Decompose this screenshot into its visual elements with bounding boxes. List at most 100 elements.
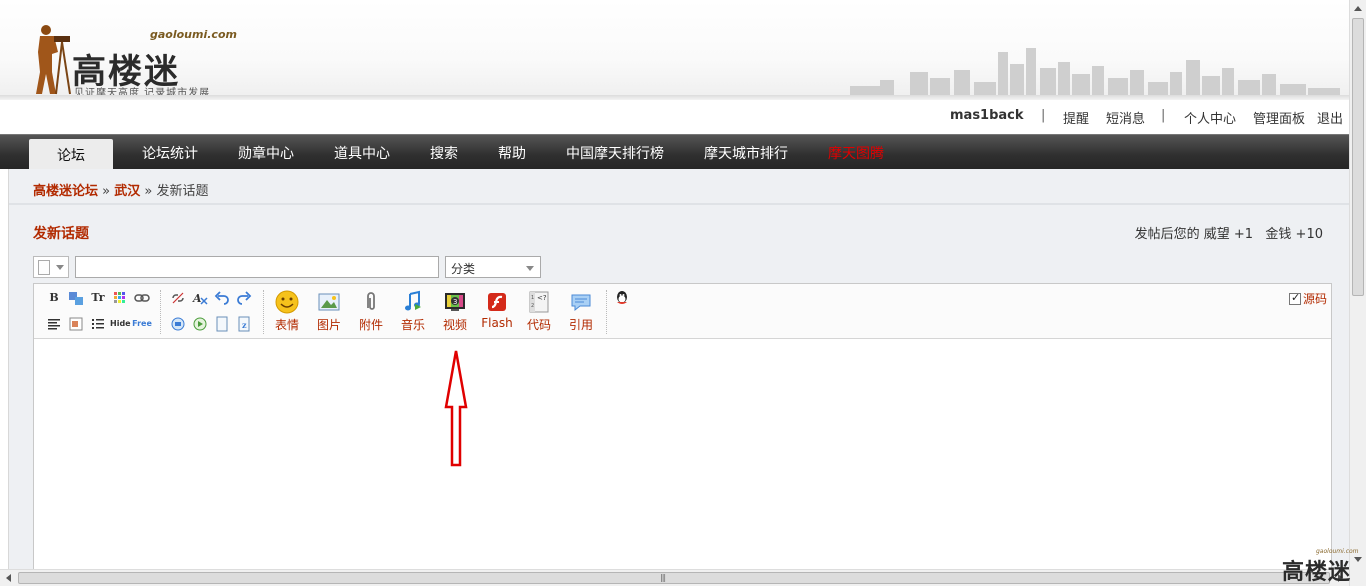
emoticon-button[interactable]: 表情 (267, 290, 307, 336)
vertical-scrollbar[interactable] (1349, 0, 1366, 586)
tab-props[interactable]: 道具中心 (334, 143, 390, 163)
admin-panel-link[interactable]: 管理面板 (1253, 108, 1305, 127)
skyline-decoration (850, 48, 1340, 98)
code-button[interactable]: 1 2 <? 代码 (519, 290, 559, 336)
breadcrumb-sep: » (102, 184, 111, 199)
remove-format-icon[interactable]: A (192, 290, 208, 306)
link-icon[interactable] (134, 290, 150, 306)
horizontal-scrollbar[interactable]: ||| (0, 569, 1349, 586)
play-icon[interactable] (192, 316, 208, 332)
breadcrumb-forum[interactable]: 武汉 (114, 184, 140, 199)
page-icon[interactable] (214, 316, 230, 332)
image-button[interactable]: 图片 (309, 290, 349, 336)
site-logo[interactable]: gaoloumi.com 高楼迷 见证摩天高度 记录城市发展 (26, 18, 237, 99)
toolbar-divider (263, 290, 264, 334)
video-label: 视频 (442, 318, 467, 332)
subject-input[interactable] (75, 256, 439, 278)
redo-icon[interactable] (236, 290, 252, 306)
text-color-icon[interactable] (68, 290, 84, 306)
music-icon (405, 290, 421, 311)
annotation-arrow-up-icon (444, 350, 468, 467)
category-select-value: 分类 (451, 262, 476, 276)
scroll-up-icon[interactable] (1354, 6, 1362, 11)
music-label: 音乐 (400, 318, 425, 332)
post-reward-info: 发帖后您的 威望 +1 金钱 +10 (1135, 223, 1323, 242)
logo-domain: gaoloumi.com (150, 28, 237, 41)
source-checkbox[interactable] (1288, 291, 1301, 305)
chevron-down-icon (526, 266, 534, 271)
svg-text:2: 2 (531, 303, 534, 309)
tab-forum[interactable]: 论坛 (29, 139, 113, 171)
content-area: 高楼迷论坛 » 武汉 » 发新话题 发新话题 发帖后您的 威望 +1 金钱 +1… (8, 169, 1350, 586)
source-label: 源码 (1302, 292, 1327, 306)
color-grid-icon[interactable] (112, 290, 128, 306)
svg-text:<?: <? (537, 294, 547, 302)
separator: | (1041, 108, 1046, 123)
align-icon[interactable] (46, 316, 62, 332)
bold-icon[interactable]: B (46, 290, 62, 306)
qq-icon[interactable] (614, 290, 630, 306)
reward-money: 金钱 +10 (1265, 227, 1323, 242)
svg-text:z: z (242, 320, 247, 330)
attachment-label: 附件 (358, 318, 383, 332)
code-icon: 1 2<? (529, 291, 549, 313)
font-size-icon[interactable]: Tr (90, 290, 106, 306)
list-icon[interactable] (90, 316, 106, 332)
tab-totem[interactable]: 摩天图腾 (828, 143, 884, 163)
tab-search[interactable]: 搜索 (430, 143, 458, 163)
chevron-down-icon (56, 265, 64, 270)
reward-prestige: 威望 +1 (1203, 227, 1254, 242)
page-title: 发新话题 (33, 226, 89, 242)
photographer-logo-icon (36, 25, 71, 95)
flash-icon (488, 293, 506, 311)
messages-link[interactable]: 短消息 (1106, 108, 1145, 127)
hide-icon[interactable]: Hide (110, 316, 131, 332)
scrollbar-thumb[interactable] (1352, 18, 1364, 296)
tab-china-skyscraper-ranking[interactable]: 中国摩天排行榜 (566, 143, 664, 163)
quote-label: 引用 (568, 318, 593, 332)
editor-text-area[interactable] (34, 340, 1331, 585)
source-mode-toggle[interactable]: 源码 (1288, 290, 1327, 307)
breadcrumb: 高楼迷论坛 » 武汉 » 发新话题 (33, 180, 209, 199)
tab-medals[interactable]: 勋章中心 (238, 143, 294, 163)
separator: | (1161, 108, 1166, 123)
user-bar: mas1back | 提醒 短消息 | 个人中心 管理面板 退出 (0, 100, 1349, 134)
scroll-left-icon[interactable] (6, 574, 11, 582)
breadcrumb-home[interactable]: 高楼迷论坛 (33, 184, 98, 199)
flash-button[interactable]: Flash (477, 290, 517, 336)
flash-label: Flash (481, 316, 513, 330)
category-select[interactable]: 分类 (445, 256, 541, 278)
reminder-link[interactable]: 提醒 (1063, 108, 1089, 127)
logout-link[interactable]: 退出 (1317, 108, 1343, 127)
emoticon-label: 表情 (274, 318, 299, 332)
free-icon[interactable]: Free (132, 316, 152, 332)
editor-toolbar: B Tr Hide Free A z 表情 图片 附件 音乐 3 视频 Flas… (34, 284, 1331, 339)
svg-text:3: 3 (453, 298, 457, 306)
login-view-icon[interactable] (170, 316, 186, 332)
post-type-select[interactable] (33, 256, 69, 278)
video-button[interactable]: 3 视频 (435, 290, 475, 336)
toolbar-divider (606, 290, 607, 334)
quote-button[interactable]: 引用 (561, 290, 601, 336)
watermark-logo: gaoloumi.com 高楼迷 (1282, 548, 1366, 586)
divider (9, 203, 1350, 205)
unlink-icon[interactable] (170, 290, 186, 306)
watermark-text: 高楼迷 (1282, 560, 1352, 585)
undo-icon[interactable] (214, 290, 230, 306)
tab-forum-stats[interactable]: 论坛统计 (142, 143, 198, 163)
profile-link[interactable]: 个人中心 (1184, 108, 1236, 127)
tab-city-ranking[interactable]: 摩天城市排行 (704, 143, 788, 163)
tab-help[interactable]: 帮助 (498, 143, 526, 163)
site-header: gaoloumi.com 高楼迷 见证摩天高度 记录城市发展 (0, 0, 1349, 99)
float-icon[interactable] (68, 316, 84, 332)
svg-text:1: 1 (531, 295, 534, 301)
image-label: 图片 (316, 318, 341, 332)
music-button[interactable]: 音乐 (393, 290, 433, 336)
code-label: 代码 (526, 318, 551, 332)
toolbar-divider (160, 290, 161, 334)
attachment-button[interactable]: 附件 (351, 290, 391, 336)
username-link[interactable]: mas1back (950, 108, 1024, 123)
scrollbar-thumb[interactable] (18, 572, 1330, 584)
index-icon[interactable]: z (236, 316, 252, 332)
video-icon: 3 (445, 293, 465, 311)
